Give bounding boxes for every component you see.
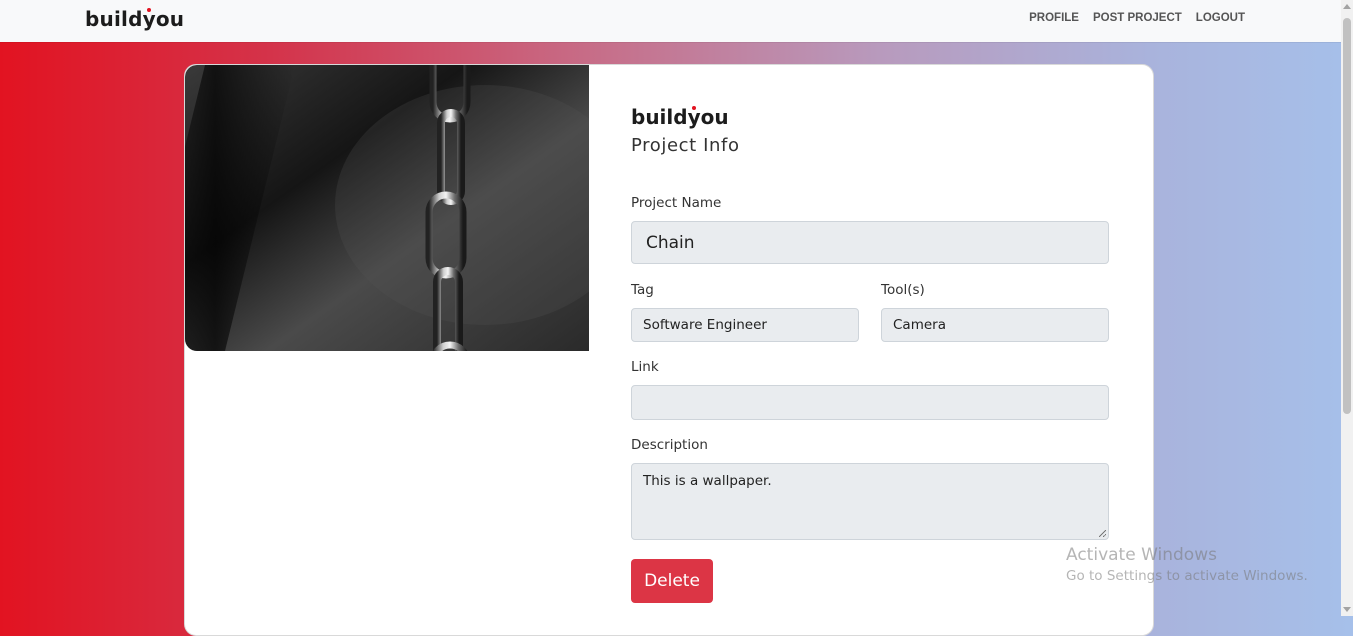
brand-dot-icon <box>147 8 152 12</box>
watermark-title: Activate Windows <box>1066 545 1217 565</box>
watermark-subtitle: Go to Settings to activate Windows. <box>1066 568 1308 584</box>
form-title: Project Info <box>631 135 740 156</box>
delete-button[interactable]: Delete <box>631 559 713 603</box>
description-value: This is a wallpaper. <box>643 473 772 489</box>
brand-logo[interactable]: build you <box>85 7 184 31</box>
link-label: Link <box>631 359 659 375</box>
nav-links: PROFILE POST PROJECT LOGOUT <box>1015 12 1245 24</box>
scroll-up-icon[interactable] <box>1343 4 1351 9</box>
form-brand-dot-icon <box>692 106 697 110</box>
tools-input[interactable]: Camera <box>881 308 1109 342</box>
tools-label: Tool(s) <box>881 282 925 298</box>
link-input[interactable] <box>631 385 1109 420</box>
brand-logo-suffix: ou <box>155 7 185 31</box>
project-card: build you Project Info Project Name Chain… <box>184 64 1154 636</box>
project-name-input[interactable]: Chain <box>631 221 1109 264</box>
nav-link-logout[interactable]: LOGOUT <box>1196 12 1245 24</box>
tag-value: Software Engineer <box>643 317 767 333</box>
top-navbar: build you PROFILE POST PROJECT LOGOUT <box>0 0 1341 42</box>
form-brand-suffix: ou <box>700 105 729 129</box>
tools-value: Camera <box>893 317 946 333</box>
activate-windows-watermark: Activate Windows Go to Settings to activ… <box>1066 545 1308 584</box>
form-brand-prefix: build <box>631 105 688 129</box>
chain-photo-image <box>185 65 589 351</box>
scroll-down-icon[interactable] <box>1343 607 1351 612</box>
brand-logo-prefix: build <box>85 7 143 31</box>
nav-link-post-project[interactable]: POST PROJECT <box>1093 12 1182 24</box>
form-brand-dotted-letter: y <box>688 105 701 129</box>
description-textarea[interactable]: This is a wallpaper. <box>631 463 1109 540</box>
page-scrollbar[interactable] <box>1341 0 1353 616</box>
nav-link-profile[interactable]: PROFILE <box>1029 12 1079 24</box>
project-name-value: Chain <box>646 232 695 253</box>
project-name-label: Project Name <box>631 195 722 211</box>
resize-grip-icon[interactable] <box>1099 530 1106 537</box>
project-photo <box>185 65 589 351</box>
form-brand-logo: build you <box>631 105 729 129</box>
brand-logo-dotted-letter: y <box>143 7 156 31</box>
tag-label: Tag <box>631 282 654 298</box>
tag-input[interactable]: Software Engineer <box>631 308 859 342</box>
description-label: Description <box>631 437 708 453</box>
scroll-thumb[interactable] <box>1343 18 1351 414</box>
